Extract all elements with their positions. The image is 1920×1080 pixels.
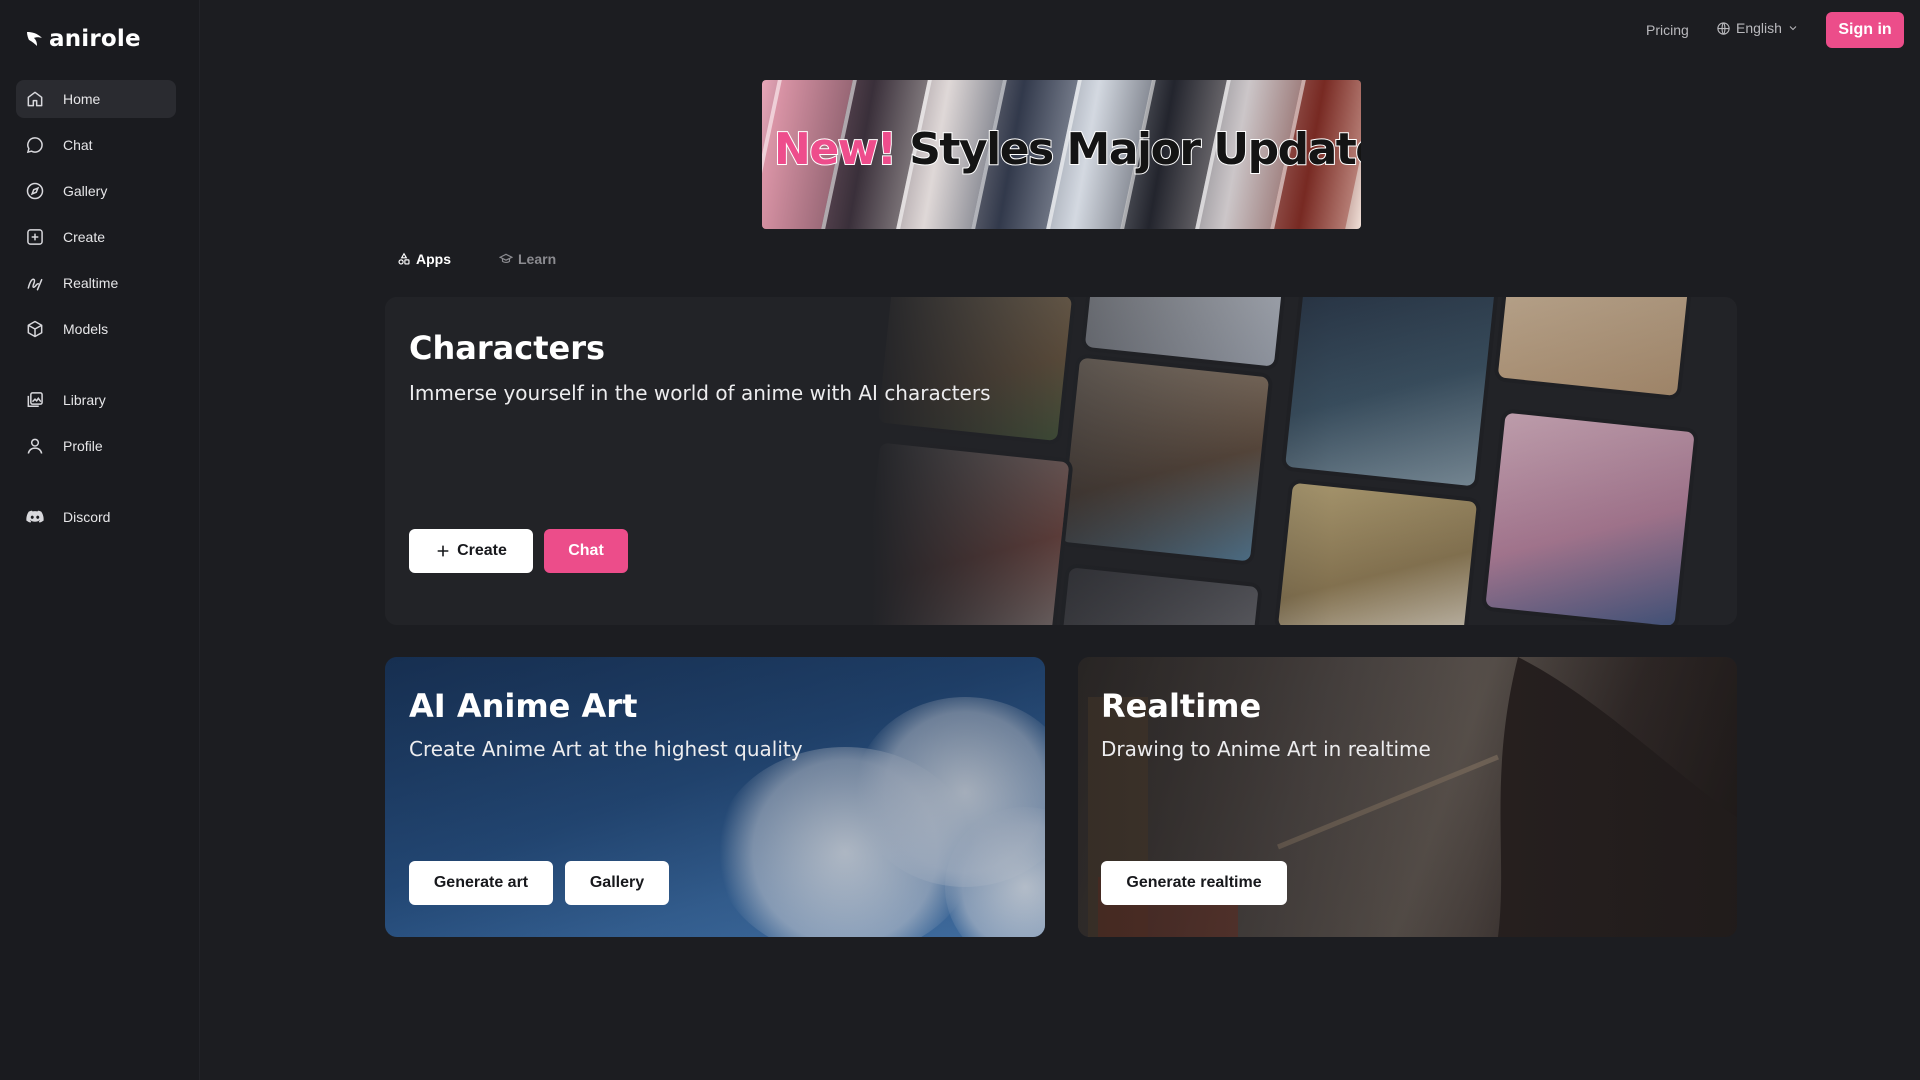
sidebar-item-label: Chat <box>63 137 93 153</box>
generate-art-button[interactable]: Generate art <box>409 861 553 905</box>
graduation-cap-icon <box>499 253 513 264</box>
sidebar-item-label: Models <box>63 321 109 337</box>
banner-title: Styles Major Update <box>908 123 1361 176</box>
pen-scribble-icon <box>27 278 43 291</box>
sign-in-button[interactable]: Sign in <box>1826 12 1904 48</box>
tab-label: Apps <box>416 251 451 267</box>
user-icon <box>27 438 43 454</box>
realtime-card: Realtime Drawing to Anime Art in realtim… <box>1078 657 1737 937</box>
home-icon <box>27 91 43 107</box>
cube-icon <box>27 320 43 338</box>
sidebar-item-create[interactable]: Create <box>16 218 176 256</box>
brand-name: anirole <box>49 26 141 52</box>
sidebar-item-label: Home <box>63 91 101 107</box>
tab-label: Learn <box>518 251 557 267</box>
create-label: Create <box>457 542 507 559</box>
sidebar-item-label: Discord <box>63 509 111 525</box>
brand-logo[interactable]: anirole <box>25 26 141 52</box>
sidebar-item-gallery[interactable]: Gallery <box>16 172 176 210</box>
compass-icon <box>26 182 44 200</box>
image-stack-icon <box>27 392 43 407</box>
sidebar: anirole Home Chat Gallery Create Realtim… <box>0 0 200 1080</box>
tab-learn[interactable]: Learn <box>499 251 556 267</box>
feather-logo-icon <box>27 32 42 46</box>
plus-icon <box>437 545 449 557</box>
sidebar-item-discord[interactable]: Discord <box>16 498 176 536</box>
sidebar-item-library[interactable]: Library <box>16 381 176 419</box>
pricing-link[interactable]: Pricing <box>1646 22 1689 38</box>
chat-bubble-icon <box>26 137 43 154</box>
tab-apps[interactable]: Apps <box>397 251 451 267</box>
content-tabs: Apps Learn <box>397 251 556 267</box>
apps-icon <box>398 252 410 265</box>
art-title: AI Anime Art <box>409 687 638 725</box>
characters-title: Characters <box>409 329 606 367</box>
sidebar-item-chat[interactable]: Chat <box>16 126 176 164</box>
chat-button[interactable]: Chat <box>544 529 628 573</box>
discord-icon <box>26 510 44 523</box>
sidebar-item-label: Gallery <box>63 183 108 199</box>
art-subtitle: Create Anime Art at the highest quality <box>409 737 803 761</box>
styles-update-banner[interactable]: New! Styles Major Update <box>762 80 1361 229</box>
language-selector[interactable]: English <box>1716 20 1799 36</box>
sidebar-item-profile[interactable]: Profile <box>16 427 176 465</box>
sidebar-item-label: Library <box>63 392 106 408</box>
sidebar-item-home[interactable]: Home <box>16 80 176 118</box>
sidebar-item-models[interactable]: Models <box>16 310 176 348</box>
plus-square-icon <box>27 229 43 245</box>
banner-highlight: New! <box>773 123 898 176</box>
characters-subtitle: Immerse yourself in the world of anime w… <box>409 381 991 405</box>
language-label: English <box>1736 20 1782 36</box>
characters-card: Characters Immerse yourself in the world… <box>385 297 1737 625</box>
globe-icon <box>1717 21 1730 35</box>
sidebar-item-label: Create <box>63 229 106 245</box>
realtime-title: Realtime <box>1101 687 1262 725</box>
create-character-button[interactable]: Create <box>409 529 533 573</box>
chevron-down-icon <box>1789 26 1797 31</box>
realtime-subtitle: Drawing to Anime Art in realtime <box>1101 737 1431 761</box>
banner-headline: New! Styles Major Update <box>773 123 1361 176</box>
sidebar-nav: Home Chat Gallery Create Realtime Models… <box>16 80 176 544</box>
sidebar-item-label: Profile <box>63 438 103 454</box>
sidebar-item-realtime[interactable]: Realtime <box>16 264 176 302</box>
gallery-button[interactable]: Gallery <box>565 861 669 905</box>
sidebar-item-label: Realtime <box>63 275 119 291</box>
generate-realtime-button[interactable]: Generate realtime <box>1101 861 1287 905</box>
ai-anime-art-card: AI Anime Art Create Anime Art at the hig… <box>385 657 1045 937</box>
